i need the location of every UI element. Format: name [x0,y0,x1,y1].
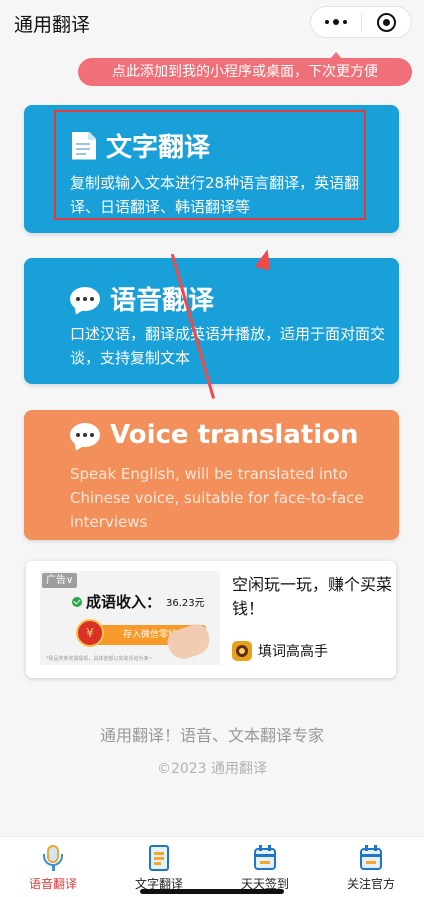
document-icon [147,845,171,873]
tab-text-translation[interactable]: 文字翻译 [106,837,212,897]
more-button[interactable] [311,7,361,37]
more-dots-icon [324,19,347,25]
check-icon [72,596,82,607]
ad-fine-print: *极品奖券奖需提现，具体金额以实际活动为准~ [46,656,153,662]
card-description: 口述汉语，翻译成英语并播放，适用于面对面交谈，支持复制文本 [70,325,386,367]
close-button[interactable] [361,7,411,37]
footer-slogan: 通用翻译！语音、文本翻译专家 [99,726,324,745]
app-title: 通用翻译 [14,14,91,36]
ad-card[interactable]: 成语收入： 36.23元 存入微信零钱 ¥ *极品奖券奖需提现，具体金额以实际活… [26,561,396,678]
calendar-icon [359,845,383,873]
voice-translation-en-card[interactable]: Voice translation Speak English, will be… [24,410,399,540]
voice-translation-card[interactable]: 语音翻译 口述汉语，翻译成英语并播放，适用于面对面交谈，支持复制文本 [24,258,399,384]
tab-bar: 语音翻译 文字翻译 天天签到 关注官方 [0,836,424,897]
speech-bubble-icon [70,423,100,447]
microphone-icon [41,845,65,873]
card-title-row: 语音翻译 [70,280,214,317]
tab-follow-official[interactable]: 关注官方 [318,837,424,897]
card-description: Speak English, will be translated into C… [70,465,364,531]
copyright: ©2023 通用翻译 [156,761,268,777]
highlight-annotation-box [54,110,366,220]
speech-bubble-icon [70,286,100,311]
brand-name: 填词高高手 [258,644,328,660]
calendar-icon [253,845,277,873]
tab-voice-translation[interactable]: 语音翻译 [0,837,106,897]
menu-capsule [310,6,412,38]
brand-logo-icon [232,641,252,661]
navigation-bar: 通用翻译 [0,0,424,44]
ad-title: 空闲玩一玩，赚个买菜钱！ [232,575,393,618]
card-title-row: Voice translation [70,420,359,450]
tab-label: 语音翻译 [28,877,77,891]
ad-tag[interactable]: 广告∨ [42,573,78,588]
ad-image-headline: 成语收入： 36.23元 [72,591,205,612]
ad-brand: 填词高高手 [232,641,328,661]
coin-icon: ¥ [76,619,104,647]
card-title: 语音翻译 [110,286,215,316]
home-indicator [140,889,284,894]
add-to-home-tip[interactable]: 点此添加到我的小程序或桌面，下次更方便 [78,58,412,86]
close-target-icon [376,12,396,32]
tab-label: 关注官方 [346,877,395,891]
tab-daily-checkin[interactable]: 天天签到 [212,837,318,897]
card-title: Voice translation [110,420,359,450]
